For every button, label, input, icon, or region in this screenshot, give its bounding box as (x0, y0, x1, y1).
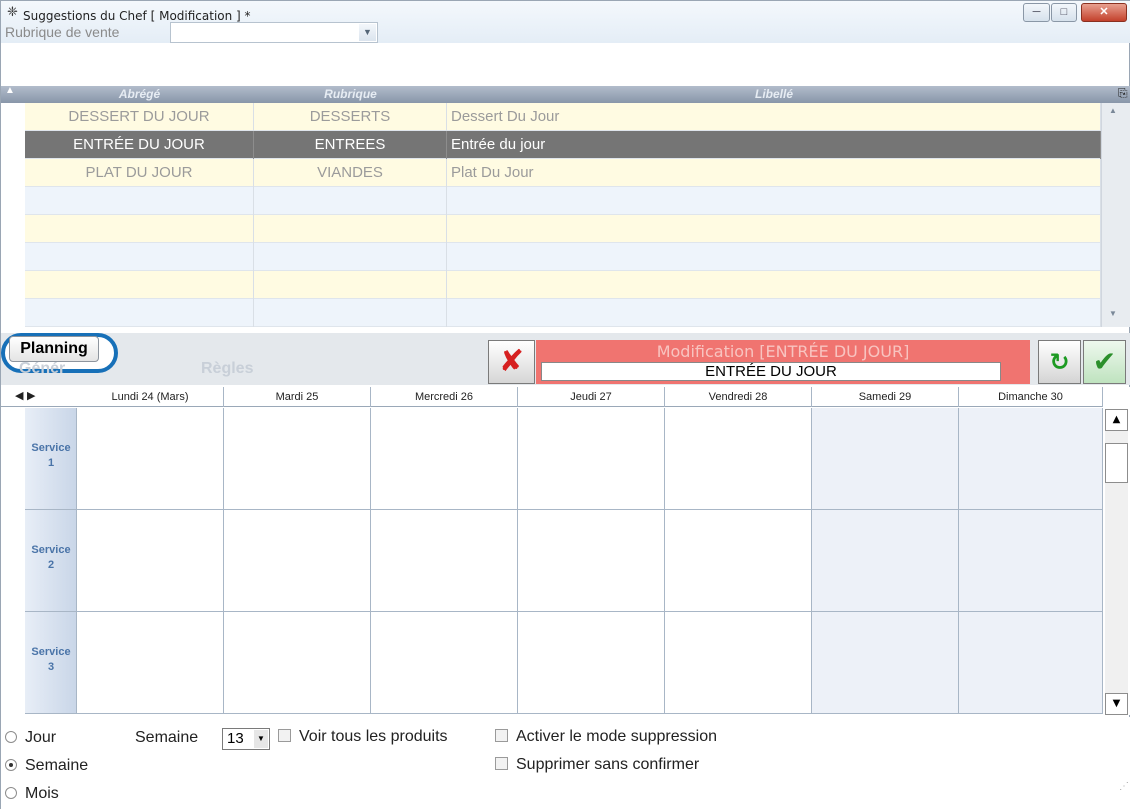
scroll-up-icon[interactable]: ▲ (1105, 409, 1128, 431)
table-row-empty[interactable] (25, 271, 1101, 299)
service-3-header: Service 3 (25, 612, 77, 714)
day-column-weekend[interactable] (812, 408, 959, 714)
refresh-button[interactable]: ↻ (1038, 340, 1081, 384)
cell-rubrique: DESSERTS (254, 103, 447, 131)
checkmark-icon: ✔ (1092, 345, 1117, 378)
day-column-weekend[interactable] (959, 408, 1103, 714)
copy-icon[interactable]: ⎘ (1118, 86, 1128, 101)
scroll-down-icon[interactable]: ▼ (1109, 309, 1117, 318)
modification-title: Modification [ENTRÉE DU JOUR] (656, 342, 910, 361)
table-row-empty[interactable] (25, 243, 1101, 271)
radio-jour[interactable]: Jour (5, 729, 56, 747)
column-header-rubrique[interactable]: Rubrique (254, 86, 447, 103)
week-label: Semaine (135, 729, 199, 746)
checkbox-icon[interactable] (495, 757, 508, 771)
sort-icon[interactable]: ▲ (5, 85, 15, 96)
radio-circle-checked-icon[interactable] (5, 758, 17, 771)
window-title: Suggestions du Chef [ Modification ] * (23, 9, 251, 23)
service-2-header: Service 2 (25, 510, 77, 612)
day-column[interactable] (665, 408, 812, 714)
tab-planning[interactable]: Planning (9, 336, 99, 362)
cell-abrege: DESSERT DU JOUR (25, 103, 254, 131)
day-column[interactable] (224, 408, 371, 714)
week-select[interactable]: 13 ▼ (222, 728, 270, 750)
checkbox-icon[interactable] (495, 729, 508, 743)
table-header: ▲ Abrégé Rubrique Libellé ⎘ (1, 85, 1130, 103)
scroll-thumb[interactable] (1105, 443, 1128, 483)
modification-name-field[interactable]: ENTRÉE DU JOUR (541, 362, 1001, 381)
day-header-monday: Lundi 24 (Mars) (77, 387, 224, 407)
chevron-down-icon[interactable]: ▼ (254, 730, 268, 748)
cell-libelle: Entrée du jour (447, 131, 1101, 159)
calendar-scrollbar[interactable]: ▲ ▼ (1105, 409, 1128, 715)
modification-banner: Modification [ENTRÉE DU JOUR] ENTRÉE DU … (536, 340, 1030, 384)
checkbox-icon[interactable] (278, 729, 291, 743)
service-1-header: Service 1 (25, 408, 77, 510)
minimize-button[interactable]: ─ (1023, 3, 1050, 22)
cell-libelle: Dessert Du Jour (447, 103, 1101, 131)
day-header-thursday: Jeudi 27 (518, 387, 665, 407)
day-column[interactable] (371, 408, 518, 714)
options-panel: Jour Semaine Mois Semaine 13 ▼ Voir tous… (1, 717, 1130, 810)
close-x-icon: ✘ (498, 344, 525, 379)
cell-rubrique: ENTREES (254, 131, 447, 159)
radio-circle-icon[interactable] (5, 730, 17, 743)
chevron-down-icon[interactable]: ▼ (359, 24, 376, 41)
cell-libelle: Plat Du Jour (447, 159, 1101, 187)
radio-circle-icon[interactable] (5, 786, 17, 799)
rubrique-vente-label: Rubrique de vente (5, 24, 120, 40)
scroll-down-icon[interactable]: ▼ (1105, 693, 1128, 715)
day-header-saturday: Samedi 29 (812, 387, 959, 407)
day-header-wednesday: Mercredi 26 (371, 387, 518, 407)
day-header-tuesday: Mardi 25 (224, 387, 371, 407)
refresh-icon: ↻ (1049, 348, 1070, 376)
show-all-products-checkbox[interactable]: Voir tous les produits (278, 728, 448, 746)
delete-no-confirm-checkbox[interactable]: Supprimer sans confirmer (495, 756, 699, 774)
cell-rubrique: VIANDES (254, 159, 447, 187)
validate-button[interactable]: ✔ (1083, 340, 1126, 384)
table-row-selected[interactable]: ENTRÉE DU JOUR ENTREES Entrée du jour (25, 131, 1101, 159)
rubrique-vente-select[interactable]: ▼ (170, 22, 378, 43)
radio-semaine[interactable]: Semaine (5, 757, 88, 775)
day-header-friday: Vendredi 28 (665, 387, 812, 407)
cell-abrege: PLAT DU JOUR (25, 159, 254, 187)
table-row[interactable]: DESSERT DU JOUR DESSERTS Dessert Du Jour (25, 103, 1101, 131)
cancel-button[interactable]: ✘ (488, 340, 535, 384)
close-button[interactable]: ✕ (1081, 3, 1127, 22)
column-header-abrege[interactable]: Abrégé (25, 86, 254, 103)
cell-abrege: ENTRÉE DU JOUR (25, 131, 254, 159)
calendar-grid[interactable] (77, 408, 1103, 714)
table-row-empty[interactable] (25, 187, 1101, 215)
maximize-button[interactable]: □ (1051, 3, 1077, 22)
week-nav-arrows-icon[interactable]: ◀ ▶ (15, 389, 35, 402)
table-row-empty[interactable] (25, 215, 1101, 243)
table-row[interactable]: PLAT DU JOUR VIANDES Plat Du Jour (25, 159, 1101, 187)
week-value: 13 (227, 730, 244, 747)
delete-mode-checkbox[interactable]: Activer le mode suppression (495, 728, 717, 746)
chef-icon: ❈ (7, 5, 18, 20)
planning-calendar: ◀ ▶ Lundi 24 (Mars) Mardi 25 Mercredi 26… (1, 387, 1130, 715)
calendar-header: ◀ ▶ Lundi 24 (Mars) Mardi 25 Mercredi 26… (1, 387, 1103, 407)
day-column[interactable] (518, 408, 665, 714)
day-header-sunday: Dimanche 30 (959, 387, 1103, 407)
tab-regles[interactable]: Règles (201, 357, 253, 381)
table-row-empty[interactable] (25, 299, 1101, 327)
app-window: ❈ Suggestions du Chef [ Modification ] *… (0, 0, 1130, 810)
column-header-libelle[interactable]: Libellé (447, 86, 1101, 103)
scroll-up-icon[interactable]: ▲ (1109, 106, 1117, 115)
day-column[interactable] (77, 408, 224, 714)
table-scrollbar[interactable]: ▲ ▼ (1101, 103, 1130, 327)
suggestions-table: ▲ Abrégé Rubrique Libellé ⎘ DESSERT DU J… (1, 85, 1130, 330)
radio-mois[interactable]: Mois (5, 785, 59, 803)
resize-grip-icon[interactable]: ⋰ (1119, 781, 1129, 792)
